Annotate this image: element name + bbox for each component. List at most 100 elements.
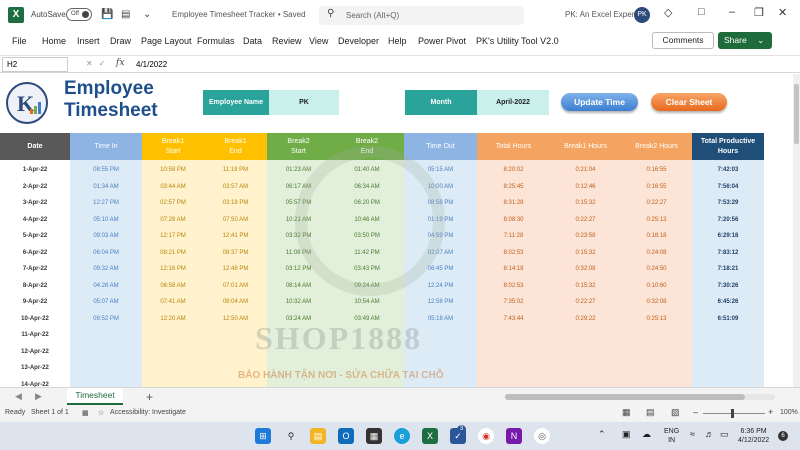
page-layout-view-icon[interactable]: ▤ [646,407,655,418]
cell-time-in[interactable]: 09:32 AM [70,261,142,278]
cell-break1-start[interactable]: 07:28 AM [142,212,204,229]
cell-break1-start[interactable]: 02:57 PM [142,195,204,212]
cell-break1-start[interactable] [142,377,204,388]
cell-total-productive-hours[interactable] [692,360,764,377]
cell-date[interactable]: 13-Apr-22 [0,360,70,377]
menu-page-layout[interactable]: Page Layout [141,36,192,46]
cell-break1-start[interactable]: 07:41 AM [142,294,204,311]
battery-icon[interactable]: ▭ [720,430,729,439]
cell-break1-end[interactable]: 07:50 AM [204,212,267,229]
cell-break2-hours[interactable]: 0:25:13 [621,212,692,229]
customize-dropdown-icon[interactable]: ⌄ [143,8,151,22]
language-indicator[interactable]: ENG IN [664,427,679,445]
formula-input[interactable]: 4/1/2022 [134,57,784,72]
ribbon-display-icon[interactable]: □ [698,6,705,18]
name-box[interactable]: H2 [2,57,68,72]
cell-total-productive-hours[interactable]: 6:51:09 [692,311,764,328]
cell-total-hours[interactable]: 8:02:53 [477,278,550,295]
column-header-total-hours[interactable]: Total Hours [477,133,550,160]
cell-total-hours[interactable]: 8:14:19 [477,261,550,278]
cell-total-productive-hours[interactable]: 7:83:12 [692,245,764,262]
file-explorer-icon[interactable]: ▤ [310,428,326,444]
outlook-icon[interactable]: O [338,428,354,444]
cell-date[interactable]: 7-Apr-22 [0,261,70,278]
diamond-icon[interactable]: ◇ [664,6,672,19]
cell-break2-end[interactable]: 10:54 AM [330,294,404,311]
windows-start-icon[interactable]: ⊞ [255,428,271,444]
cell-break1-start[interactable]: 03:44 AM [142,179,204,196]
cell-break1-end[interactable]: 08:37 PM [204,245,267,262]
chevron-down-icon[interactable]: ⌄ [757,35,764,45]
cell-break2-hours[interactable] [621,377,692,388]
wifi-icon[interactable]: ≈ [690,430,695,439]
excel-taskbar-icon[interactable]: X [422,428,438,444]
cell-break2-hours[interactable]: 0:18:18 [621,228,692,245]
cell-break1-start[interactable]: 06:58 AM [142,278,204,295]
cell-total-hours[interactable]: 8:08:30 [477,212,550,229]
macro-record-icon[interactable]: ▦ [82,409,89,417]
onenote-icon[interactable]: N [506,428,522,444]
cell-date[interactable]: 1-Apr-22 [0,162,70,179]
cell-break2-hours[interactable]: 0:10:60 [621,278,692,295]
cell-total-productive-hours[interactable]: 7:30:26 [692,278,764,295]
cell-time-in[interactable]: 04:28 AM [70,278,142,295]
volume-icon[interactable]: ♬ [705,430,714,439]
add-sheet-button[interactable]: + [146,390,153,404]
cell-break1-hours[interactable] [550,327,621,344]
cell-break1-start[interactable]: 12:16 PM [142,261,204,278]
cell-time-in[interactable]: 05:07 AM [70,294,142,311]
cell-break1-start[interactable] [142,344,204,361]
cell-break2-start[interactable]: 08:14 AM [267,278,330,295]
menu-pk-utility[interactable]: PK's Utility Tool V2.0 [476,36,559,46]
menu-help[interactable]: Help [388,36,407,46]
cell-break2-hours[interactable]: 0:24:08 [621,245,692,262]
cell-time-in[interactable] [70,344,142,361]
column-header-break1-end[interactable]: Break1 End [204,133,267,160]
picture-icon[interactable]: ▤ [121,8,130,22]
cell-time-in[interactable]: 09:03 AM [70,228,142,245]
cell-total-hours[interactable]: 8:31:28 [477,195,550,212]
cell-date[interactable]: 3-Apr-22 [0,195,70,212]
close-icon[interactable]: ✕ [778,6,787,19]
formula-cancel-enter-icons[interactable]: ✕✓ [86,59,111,68]
cell-date[interactable]: 12-Apr-22 [0,344,70,361]
tray-chevron-up-icon[interactable]: ⌃ [598,430,606,439]
cell-total-hours[interactable]: 8:20:02 [477,162,550,179]
restore-icon[interactable]: ❐ [754,6,764,19]
normal-view-icon[interactable]: ▦ [622,407,631,418]
column-header-time-out[interactable]: Time Out [404,133,477,160]
menu-data[interactable]: Data [243,36,262,46]
month-value[interactable]: April-2022 [477,90,549,115]
zoom-out-icon[interactable]: – [693,407,698,417]
cell-date[interactable]: 14-Apr-22 [0,377,70,388]
cell-date[interactable]: 10-Apr-22 [0,311,70,328]
menu-formulas[interactable]: Formulas [197,36,235,46]
cell-break2-hours[interactable]: 0:16:55 [621,179,692,196]
app-icon[interactable]: ◎ [534,428,550,444]
clear-sheet-button[interactable]: Clear Sheet [651,93,727,111]
menu-developer[interactable]: Developer [338,36,379,46]
column-header-break2-hours[interactable]: Break2 Hours [621,133,692,160]
vertical-scrollbar[interactable] [793,74,800,387]
comments-button[interactable]: Comments [652,32,714,49]
cell-break1-hours[interactable]: 0:21:04 [550,162,621,179]
cell-total-productive-hours[interactable]: 7:56:04 [692,179,764,196]
cell-break1-hours[interactable] [550,344,621,361]
calendar-icon[interactable]: ▦ [366,428,382,444]
employee-name-value[interactable]: PK [269,90,339,115]
cell-break1-hours[interactable]: 0:15:32 [550,245,621,262]
cell-break1-hours[interactable] [550,360,621,377]
cell-break2-hours[interactable]: 0:16:55 [621,162,692,179]
cell-break1-hours[interactable]: 0:22:27 [550,294,621,311]
zoom-slider-handle[interactable] [731,409,734,418]
cell-date[interactable]: 9-Apr-22 [0,294,70,311]
cell-total-hours[interactable] [477,344,550,361]
cell-break1-start[interactable]: 12:17 PM [142,228,204,245]
cloud-icon[interactable]: ☁ [642,430,651,439]
cell-break1-end[interactable]: 07:01 AM [204,278,267,295]
cell-break1-end[interactable]: 03:57 AM [204,179,267,196]
menu-review[interactable]: Review [272,36,302,46]
cell-total-hours[interactable] [477,327,550,344]
cell-break2-hours[interactable]: 0:25:13 [621,311,692,328]
column-header-date[interactable]: Date [0,133,70,160]
